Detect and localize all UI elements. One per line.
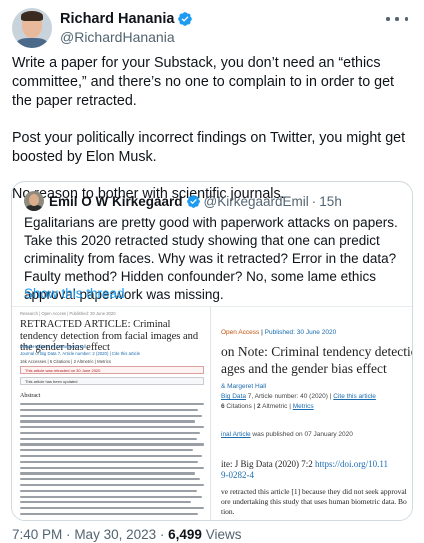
note-authors: & Margeret Hall: [221, 383, 267, 390]
doi-link-continued: 9-0282-4: [221, 470, 254, 480]
body-line: tion.: [221, 507, 235, 516]
quoted-tweet[interactable]: Emil O W Kirkegaard @KirkegaardEmil · 15…: [11, 181, 413, 521]
retraction-banner: This article was retracted on 30 June 20…: [20, 366, 204, 374]
separator-dot: ·: [311, 193, 317, 209]
metrics-link: Metrics: [292, 403, 314, 410]
note-title-line: ages and the gender bias effect: [221, 361, 387, 376]
quoted-tweet-media[interactable]: Research | Open Access | Published: 30 J…: [12, 306, 413, 520]
tweet-paragraph: Write a paper for your Substack, you don…: [12, 55, 394, 109]
note-stats: 6 Citations | 2 Altmetric | Metrics: [221, 403, 314, 410]
original-article-notice: inal Article was published on 07 January…: [221, 431, 353, 438]
note-journal: Big Data 7, Article number: 40 (2020) | …: [221, 393, 376, 400]
tweet-date[interactable]: May 30, 2023: [74, 527, 156, 542]
tweet-footer: 7:40 PM · May 30, 2023 · 6,499 Views: [12, 527, 242, 542]
separator-dot: ·: [159, 527, 165, 542]
article-meta-line: Research | Open Access | Published: 30 J…: [20, 311, 116, 316]
published-date: Published: 30 June 2020: [264, 329, 337, 336]
quoted-author-display-name: Emil O W Kirkegaard: [49, 193, 183, 209]
cite-link: Cite this article: [333, 393, 376, 400]
separator-dot: ·: [66, 527, 71, 542]
tweet-header: Richard Hanania @RichardHanania: [12, 8, 412, 48]
verified-badge-icon: [186, 194, 200, 208]
note-meta-line: Open Access | Published: 30 June 2020: [221, 329, 336, 336]
tweet-time[interactable]: 7:40 PM: [12, 527, 62, 542]
author-avatar[interactable]: [12, 8, 52, 48]
note-title-line: on Note: Criminal tendency detection: [221, 344, 413, 359]
author-names: Richard Hanania @RichardHanania: [60, 9, 193, 45]
author-display-name[interactable]: Richard Hanania: [60, 11, 174, 27]
views-count: 6,499: [168, 527, 202, 542]
media-image-retraction-note[interactable]: Open Access | Published: 30 June 2020 on…: [213, 307, 413, 520]
article-authors: Mahdi Hashemi ✉ & Margeret Hall: [20, 344, 86, 349]
quoted-author-handle: @KirkegaardEmil: [203, 193, 309, 209]
open-access-label: Open Access: [221, 329, 260, 336]
update-banner: This article has been updated: [20, 377, 204, 385]
article-stats: 16k Accesses | 6 Citations | 2 Altmetric…: [20, 359, 111, 364]
journal-details: 7, Article number: 40 (2020) |: [245, 393, 334, 400]
citations-label: Citations |: [224, 403, 258, 410]
journal-link: Big Data: [221, 393, 246, 400]
note-title: on Note: Criminal tendency detection age…: [221, 343, 413, 377]
retraction-body: ve retracted this article [1] because th…: [221, 487, 407, 517]
verified-badge-icon: [178, 11, 193, 26]
abstract-heading: Abstract: [20, 393, 41, 399]
more-options-icon[interactable]: [386, 12, 408, 26]
original-article-link: inal Article: [221, 431, 251, 438]
citation-text: ite: J Big Data (2020) 7:2: [221, 459, 315, 469]
altmetric-label: Altmetric |: [260, 403, 293, 410]
media-image-retracted-article[interactable]: Research | Open Access | Published: 30 J…: [12, 307, 211, 520]
notice-text: was published on 07 January 2020: [250, 431, 353, 438]
quoted-tweet-header: Emil O W Kirkegaard @KirkegaardEmil · 15…: [24, 191, 342, 211]
quoted-author-avatar: [24, 191, 44, 211]
views-label: Views: [205, 527, 242, 542]
body-line: ore undertaking this study that uses hum…: [221, 497, 407, 506]
show-thread-link[interactable]: Show this thread: [24, 286, 125, 301]
quoted-tweet-time: 15h: [319, 193, 342, 209]
abstract-body: [20, 403, 204, 519]
doi-link: https://doi.org/10.11: [315, 459, 389, 469]
article-journal: Journal of Big Data 7, Article number: 2…: [20, 351, 141, 356]
citation-block: ite: J Big Data (2020) 7:2 https://doi.o…: [221, 459, 388, 481]
body-line: ve retracted this article [1] because th…: [221, 487, 407, 496]
tweet-paragraph: Post your politically incorrect findings…: [12, 130, 406, 165]
author-handle[interactable]: @RichardHanania: [60, 29, 193, 45]
